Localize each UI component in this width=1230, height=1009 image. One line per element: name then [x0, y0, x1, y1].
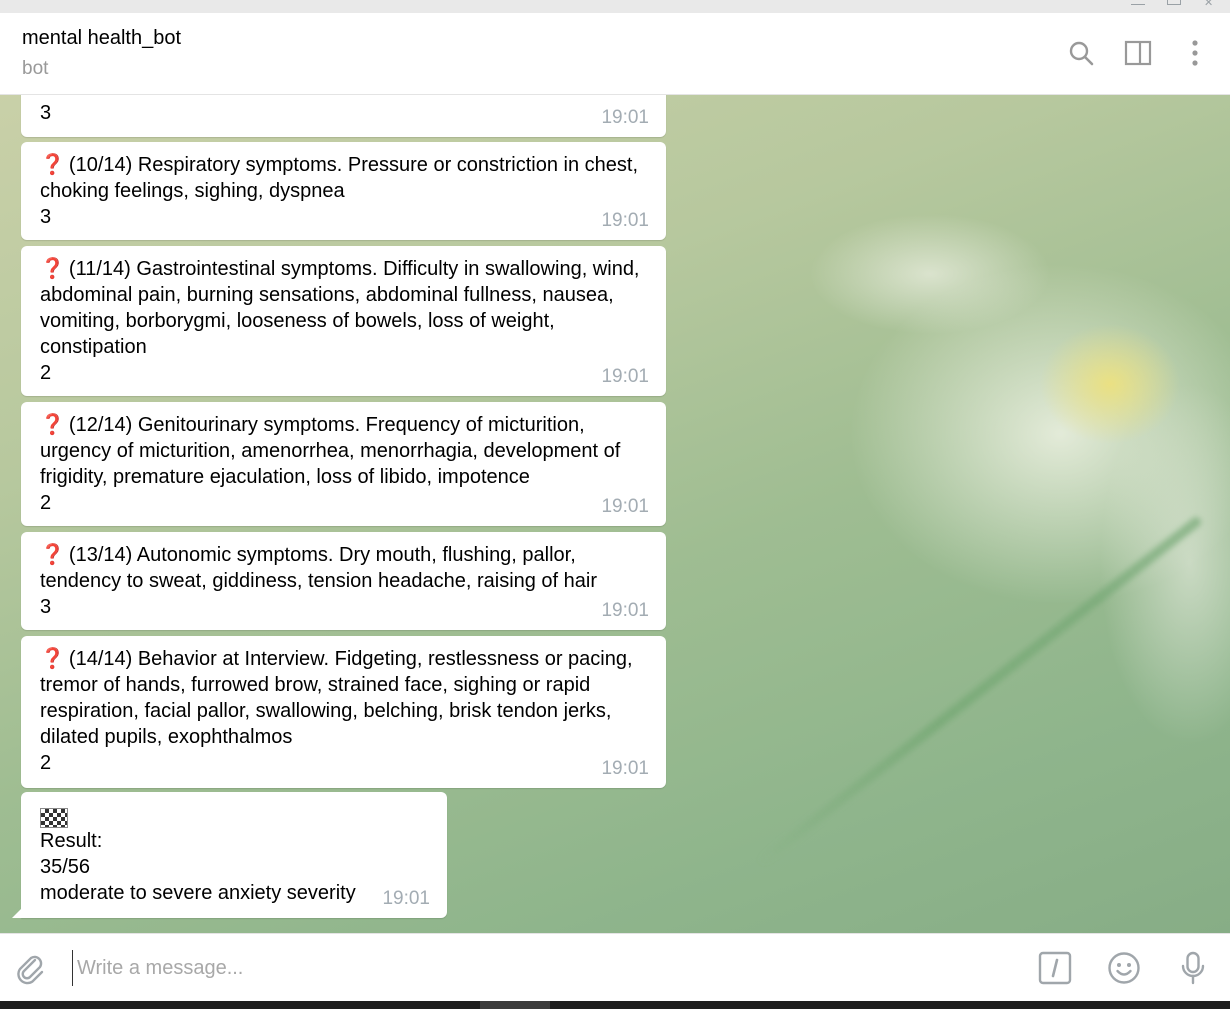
minimize-icon[interactable] [1131, 0, 1145, 5]
message-time: 19:01 [601, 600, 649, 621]
message-time: 19:01 [601, 496, 649, 517]
chat-history[interactable]: 3 19:01 ❓ (10/14) Respiratory symptoms. P… [0, 94, 1230, 933]
message-text: Result: 35/56 moderate to severe anxiety… [40, 830, 356, 904]
background-wallpaper [755, 515, 1204, 868]
message-bubble[interactable]: ❓ (13/14) Autonomic symptoms. Dry mouth, … [21, 532, 666, 630]
checkered-flag-icon [40, 808, 68, 828]
close-icon[interactable]: ✕ [1204, 0, 1218, 6]
microphone-icon[interactable] [1176, 951, 1210, 985]
taskbar-active-app[interactable] [480, 1001, 550, 1009]
message-text: (14/14) Behavior at Interview. Fidgeting… [40, 648, 633, 774]
message-composer [0, 933, 1230, 1002]
message-bubble[interactable]: 3 19:01 [21, 94, 666, 137]
message-bubble[interactable]: ❓ (14/14) Behavior at Interview. Fidgetin… [21, 636, 666, 788]
message-text: (11/14) Gastrointestinal symptoms. Diffi… [40, 258, 640, 384]
search-icon[interactable] [1067, 39, 1095, 67]
chat-name[interactable]: mental health_bot [22, 27, 181, 50]
os-taskbar [0, 1001, 1230, 1009]
question-mark-icon: ❓ [40, 258, 65, 280]
question-mark-icon: ❓ [40, 414, 65, 436]
message-text: 3 [40, 102, 52, 124]
question-mark-icon: ❓ [40, 648, 65, 670]
message-time: 19:01 [382, 888, 430, 909]
message-text: (12/14) Genitourinary symptoms. Frequenc… [40, 414, 621, 514]
message-text: (10/14) Respiratory symptoms. Pressure o… [40, 154, 638, 228]
sidebar-toggle-icon[interactable] [1124, 39, 1152, 67]
chat-header: mental health_bot bot [0, 13, 1230, 95]
message-time: 19:01 [601, 366, 649, 387]
more-vertical-icon[interactable] [1181, 39, 1209, 67]
message-bubble[interactable]: ❓ (10/14) Respiratory symptoms. Pressure … [21, 142, 666, 240]
chat-status: bot [22, 58, 49, 79]
message-time: 19:01 [601, 107, 649, 128]
bot-commands-icon[interactable] [1038, 951, 1072, 985]
emoji-icon[interactable] [1107, 951, 1141, 985]
message-bubble[interactable]: ❓ (11/14) Gastrointestinal symptoms. Diff… [21, 246, 666, 396]
maximize-icon[interactable] [1167, 0, 1181, 5]
message-input[interactable] [72, 950, 1009, 986]
message-time: 19:01 [601, 758, 649, 779]
attach-icon[interactable] [13, 951, 47, 985]
message-time: 19:01 [601, 210, 649, 231]
question-mark-icon: ❓ [40, 154, 65, 176]
question-mark-icon: ❓ [40, 544, 65, 566]
window-titlebar: ✕ [0, 0, 1230, 13]
message-text: (13/14) Autonomic symptoms. Dry mouth, f… [40, 544, 598, 618]
message-bubble[interactable]: ❓ (12/14) Genitourinary symptoms. Frequen… [21, 402, 666, 526]
result-message-bubble[interactable]: Result: 35/56 moderate to severe anxiety… [12, 792, 447, 918]
bubble-tail [12, 908, 22, 918]
